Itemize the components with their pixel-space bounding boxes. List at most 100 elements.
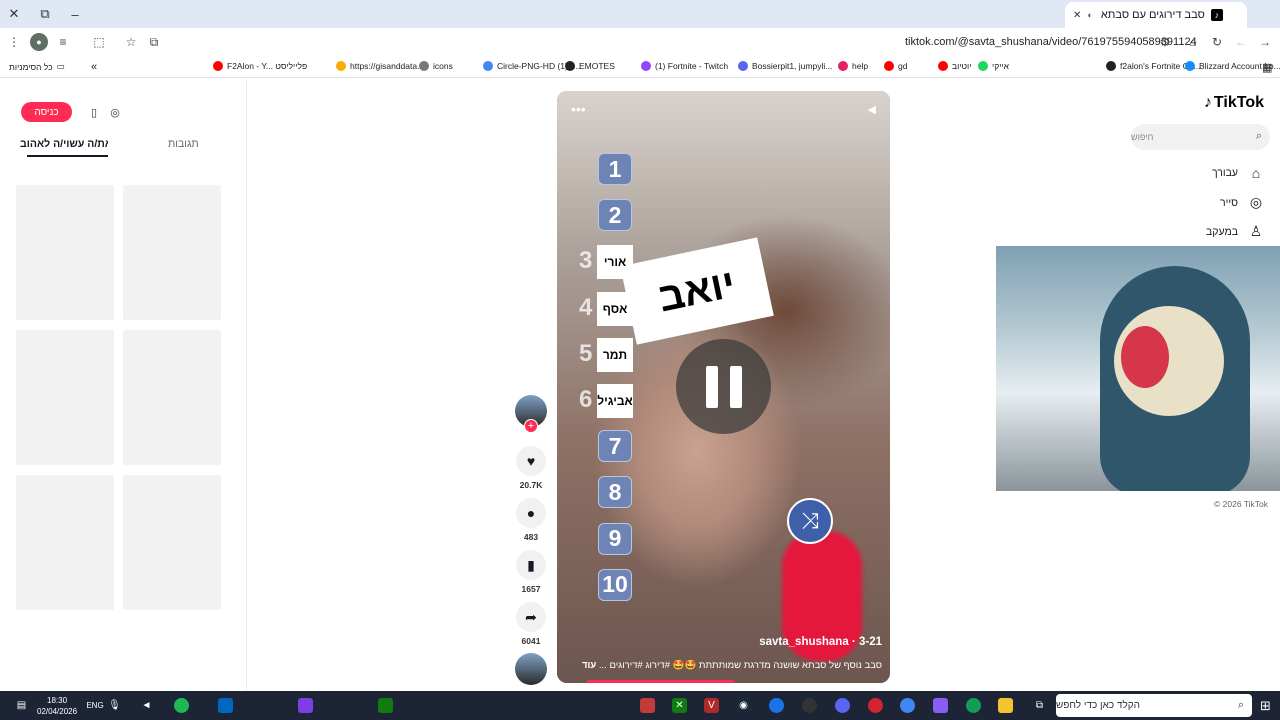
copyright: © 2026 TikTok [1214, 499, 1268, 509]
rank-number-box: 10 [598, 568, 632, 601]
tiktok-page: כניסה ▯ ◎ תגובות את/ה עשוי/ה לאהוב ••• ◀… [0, 79, 1280, 691]
speaker-icon[interactable]: ◄ [139, 698, 154, 713]
explore-icon[interactable]: ◎ [108, 105, 122, 119]
caption-more-link[interactable]: עוד [582, 660, 596, 671]
video-placeholder[interactable] [123, 185, 221, 320]
author-name[interactable]: savta_shushana [759, 636, 849, 648]
volume-icon[interactable]: ◀ [868, 103, 876, 116]
search-input[interactable]: חיפוש ⌕ [1131, 124, 1270, 150]
tiktok-icon: ♪ [1210, 9, 1223, 21]
device-icon[interactable]: ▯ [87, 105, 101, 119]
site-settings-icon[interactable]: ⚙ [1156, 33, 1174, 51]
forward-icon[interactable]: ← [1232, 33, 1250, 51]
bookmark-item[interactable]: F2Alon - Y... פלייליסט [213, 61, 307, 71]
video-progress-bar[interactable] [587, 680, 734, 683]
all-bookmarks-button[interactable]: כל הסימניות ▭ [9, 61, 65, 72]
spotify-tray-icon[interactable] [174, 698, 189, 713]
login-button[interactable]: כניסה [21, 102, 72, 122]
bookmark-item[interactable]: EMOTES [565, 61, 615, 71]
bookmark-item[interactable]: help [838, 61, 868, 71]
app-icon[interactable] [640, 698, 655, 713]
home-icon[interactable]: ⌂ [1184, 33, 1202, 51]
extensions-icon[interactable]: ⬚ [90, 33, 108, 51]
following-icon: ♙ [1249, 223, 1263, 239]
notifications-icon[interactable]: ▤ [14, 698, 29, 713]
sound-avatar[interactable] [515, 653, 547, 685]
nav-following[interactable]: במעקב ♙ [1206, 223, 1264, 240]
bookmark-label: (1) Fortnite - Twitch [655, 61, 729, 71]
bookmark-item[interactable]: אייקי [978, 61, 1009, 71]
file-explorer-icon[interactable] [998, 698, 1013, 713]
tab-you-may-like[interactable]: את/ה עשוי/ה לאהוב [20, 138, 108, 150]
bookmark-star-icon[interactable]: ☆ [122, 33, 140, 51]
video-placeholder[interactable] [16, 475, 114, 610]
start-windows-icon[interactable]: ⊞ [1258, 698, 1273, 713]
pause-icon[interactable] [676, 339, 771, 434]
restore-window-button[interactable]: ⧉ [35, 4, 55, 24]
language-indicator[interactable]: ENG [86, 698, 104, 713]
bookmarks-overflow-icon[interactable]: « [91, 61, 97, 73]
install-app-icon[interactable]: ⧉ [145, 33, 163, 51]
task-view-icon[interactable]: ⧉ [1032, 698, 1047, 713]
rank-name-card: אסף [597, 291, 633, 326]
video-placeholder[interactable] [16, 185, 114, 320]
bookmark-icon: ▮ [516, 550, 546, 580]
video-player[interactable]: ••• ◀ יואב ⤨ savta_shushana · 3-21 סבב נ… [557, 91, 890, 683]
video-placeholder[interactable] [16, 330, 114, 465]
steam-icon[interactable]: ◉ [736, 698, 751, 713]
video-placeholder[interactable] [123, 475, 221, 610]
tab-comments[interactable]: תגובות [168, 138, 199, 150]
like-button[interactable]: ♥ 20.7K [513, 446, 549, 490]
apps-grid-icon[interactable]: ▦ [1262, 61, 1272, 74]
share-button[interactable]: ➦ 6041 [513, 602, 549, 646]
microphone-icon[interactable]: 🎙 [107, 698, 122, 713]
rank-number-faint: 4 [579, 293, 593, 321]
profile-avatar[interactable]: ● [30, 33, 48, 51]
mute-tab-icon[interactable]: ◐ [1087, 10, 1092, 20]
bookmark-item[interactable]: gd [884, 61, 907, 71]
rank-name-card: אביגיל [597, 384, 633, 418]
more-options-icon[interactable]: ••• [571, 101, 586, 117]
video-author[interactable]: savta_shushana · 3-21 [759, 636, 882, 648]
nav-for-you[interactable]: עבורך ⌂ [1212, 165, 1264, 181]
browser-tab[interactable]: ♪ סבב דירוגים עם סבתא שוש... ◐ ✕ [1065, 2, 1247, 28]
app-icon[interactable] [769, 698, 784, 713]
edge-icon[interactable] [966, 698, 981, 713]
bookmark-item[interactable]: Bossierpit1, jumpyli... [738, 61, 832, 71]
tiktok-logo[interactable]: ♪ TikTok [1204, 94, 1264, 112]
tray-app-icon[interactable] [218, 698, 233, 713]
minimize-window-button[interactable]: – [65, 4, 85, 24]
comment-button[interactable]: ● 483 [513, 498, 549, 542]
url-field[interactable]: tiktok.com/@savta_shushana/video/7619755… [905, 36, 1197, 48]
copilot-icon[interactable] [933, 698, 948, 713]
xbox-icon[interactable]: ✕ [672, 698, 687, 713]
back-icon[interactable]: → [1256, 33, 1274, 51]
bookmark-item[interactable]: (1) Fortnite - Twitch [641, 61, 728, 71]
taskbar-search[interactable]: הקלד כאן כדי לחפש ⌕ [1056, 694, 1252, 717]
menu-icon[interactable]: ⋮ [5, 33, 23, 51]
close-window-button[interactable]: ✕ [4, 4, 24, 24]
discord-icon[interactable] [835, 698, 850, 713]
app-icon[interactable] [802, 698, 817, 713]
chrome-icon[interactable] [900, 698, 915, 713]
follow-plus-icon[interactable]: + [524, 419, 538, 433]
nav-explore[interactable]: סייר ◎ [1220, 194, 1264, 211]
bookmark-favicon-icon [336, 61, 346, 71]
taskbar-search-placeholder: הקלד כאן כדי לחפש [1056, 700, 1141, 711]
rank-number-box: 8 [598, 476, 632, 509]
video-date: 3-21 [858, 636, 882, 648]
save-button[interactable]: ▮ 1657 [513, 550, 549, 594]
bookmark-item[interactable]: יוטיוב [938, 61, 971, 71]
app-icon[interactable] [868, 698, 883, 713]
bookmark-item[interactable]: icons [419, 61, 453, 71]
valorant-icon[interactable]: V [704, 698, 719, 713]
nav-label: עבורך [1211, 167, 1238, 179]
video-placeholder[interactable] [123, 330, 221, 465]
close-tab-button[interactable]: ✕ [1073, 10, 1081, 21]
bookmark-item[interactable]: https://gisanddata.... [336, 61, 427, 71]
clock[interactable]: 18:30 02/04/2026 [37, 695, 77, 717]
xbox-tray-icon[interactable] [378, 698, 393, 713]
reading-list-icon[interactable]: ≡ [54, 33, 72, 51]
tray-app-icon[interactable] [298, 698, 313, 713]
reload-icon[interactable]: ↻ [1208, 33, 1226, 51]
